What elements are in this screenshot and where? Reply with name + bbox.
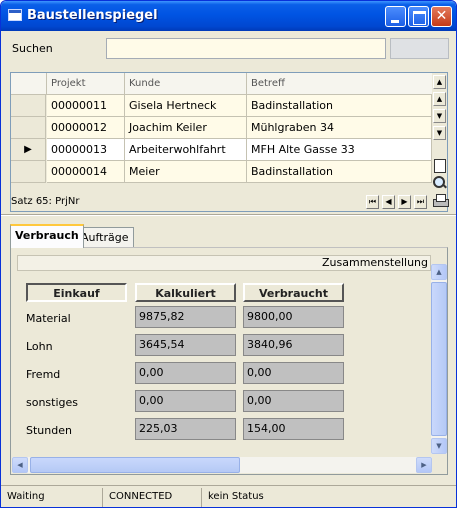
scroll-top-button[interactable]: ▲ <box>433 75 446 89</box>
scroll-down-arrow-icon[interactable]: ▼ <box>431 438 447 454</box>
row-label-lohn: Lohn <box>26 340 53 353</box>
cell-betreff[interactable]: MFH Alte Gasse 33 <box>247 139 432 161</box>
column-header-projekt[interactable]: Projekt <box>47 73 125 95</box>
scroll-up-arrow-icon[interactable]: ▲ <box>431 264 447 280</box>
grid-header: Projekt Kunde Betreff <box>11 73 432 95</box>
row-indicator[interactable] <box>11 161 46 183</box>
maximize-button[interactable] <box>408 6 429 27</box>
table-row[interactable]: 00000014 Meier Badinstallation <box>11 161 432 183</box>
tab-auftraege[interactable]: Aufträge <box>76 227 134 248</box>
cell-kunde[interactable]: Meier <box>125 161 247 183</box>
project-grid: Projekt Kunde Betreff 00000011 Gisela He… <box>10 72 449 212</box>
grid-corner <box>11 73 47 95</box>
stunden-kalkuliert-field[interactable]: 225,03 <box>135 418 236 440</box>
summary-header: Zusammenstellung <box>17 255 431 271</box>
row-label-sonstiges: sonstiges <box>26 396 79 409</box>
row-label-stunden: Stunden <box>26 424 72 437</box>
horizontal-scroll-thumb[interactable] <box>30 457 240 473</box>
column-header-verbraucht[interactable]: Verbraucht <box>243 283 344 302</box>
cell-kunde[interactable]: Joachim Keiler <box>125 117 247 139</box>
last-record-button[interactable]: ⏭ <box>414 195 427 209</box>
material-verbraucht-field[interactable]: 9800,00 <box>243 306 344 328</box>
fremd-verbraucht-field[interactable]: 0,00 <box>243 362 344 384</box>
record-status: Satz 65: PrjNr <box>11 196 80 207</box>
previous-record-button[interactable]: ◀ <box>382 195 395 209</box>
table-row-selected[interactable]: ▶ 00000013 Arbeiterwohlfahrt MFH Alte Ga… <box>11 139 432 161</box>
cell-projekt[interactable]: 00000011 <box>47 95 125 117</box>
sonstiges-verbraucht-field[interactable]: 0,00 <box>243 390 344 412</box>
status-state: Waiting <box>3 488 103 507</box>
column-header-kunde[interactable]: Kunde <box>125 73 247 95</box>
row-label-material: Material <box>26 312 71 325</box>
table-row[interactable]: 00000012 Joachim Keiler Mühlgraben 34 <box>11 117 432 139</box>
verbrauch-panel: Zusammenstellung Einkauf Kalkuliert Verb… <box>10 247 448 475</box>
window-title: Baustellenspiegel <box>27 8 158 23</box>
scroll-down-button[interactable]: ▼ <box>433 109 446 123</box>
search-label: Suchen <box>12 42 53 55</box>
cell-betreff[interactable]: Badinstallation <box>247 95 432 117</box>
search-secondary-field[interactable] <box>390 38 449 59</box>
scroll-right-arrow-icon[interactable]: ▶ <box>416 457 432 473</box>
close-button[interactable]: ✕ <box>431 6 452 27</box>
cell-projekt[interactable]: 00000012 <box>47 117 125 139</box>
vertical-scroll-thumb[interactable] <box>431 282 447 436</box>
column-header-betreff[interactable]: Betreff <box>247 73 432 95</box>
cell-kunde[interactable]: Arbeiterwohlfahrt <box>125 139 247 161</box>
sonstiges-kalkuliert-field[interactable]: 0,00 <box>135 390 236 412</box>
scroll-bottom-button[interactable]: ▼ <box>433 126 446 140</box>
new-document-icon[interactable] <box>434 159 446 173</box>
section-divider <box>1 214 456 216</box>
print-icon[interactable] <box>433 194 449 207</box>
scroll-left-arrow-icon[interactable]: ◀ <box>12 457 28 473</box>
cell-projekt[interactable]: 00000013 <box>47 139 125 161</box>
search-input[interactable] <box>106 38 386 59</box>
first-record-button[interactable]: ⏮ <box>366 195 379 209</box>
row-indicator[interactable] <box>11 95 46 117</box>
window-icon <box>8 9 22 21</box>
scroll-up-button[interactable]: ▲ <box>433 92 446 106</box>
row-label-fremd: Fremd <box>26 368 61 381</box>
status-bar: Waiting CONNECTED kein Status <box>1 485 456 507</box>
status-connection: CONNECTED <box>105 488 202 507</box>
row-indicator[interactable] <box>11 117 46 139</box>
column-header-einkauf[interactable]: Einkauf <box>26 283 127 302</box>
search-icon[interactable] <box>433 176 447 190</box>
row-indicator-current[interactable]: ▶ <box>11 139 46 161</box>
lohn-kalkuliert-field[interactable]: 3645,54 <box>135 334 236 356</box>
app-window: Baustellenspiegel ✕ Suchen Projekt Kunde… <box>0 0 457 508</box>
next-record-button[interactable]: ▶ <box>398 195 411 209</box>
close-icon: ✕ <box>435 8 448 24</box>
cell-projekt[interactable]: 00000014 <box>47 161 125 183</box>
horizontal-scrollbar[interactable]: ◀ ▶ <box>12 457 432 473</box>
stunden-verbraucht-field[interactable]: 154,00 <box>243 418 344 440</box>
cell-kunde[interactable]: Gisela Hertneck <box>125 95 247 117</box>
fremd-kalkuliert-field[interactable]: 0,00 <box>135 362 236 384</box>
title-bar[interactable]: Baustellenspiegel ✕ <box>1 1 456 31</box>
table-row[interactable]: 00000011 Gisela Hertneck Badinstallation <box>11 95 432 117</box>
column-header-kalkuliert[interactable]: Kalkuliert <box>135 283 236 302</box>
cell-betreff[interactable]: Badinstallation <box>247 161 432 183</box>
tab-verbrauch[interactable]: Verbrauch <box>10 224 84 248</box>
cell-betreff[interactable]: Mühlgraben 34 <box>247 117 432 139</box>
vertical-scrollbar[interactable]: ▲ ▼ <box>431 264 447 454</box>
minimize-button[interactable] <box>385 6 406 27</box>
lohn-verbraucht-field[interactable]: 3840,96 <box>243 334 344 356</box>
material-kalkuliert-field[interactable]: 9875,82 <box>135 306 236 328</box>
status-info: kein Status <box>208 491 264 502</box>
